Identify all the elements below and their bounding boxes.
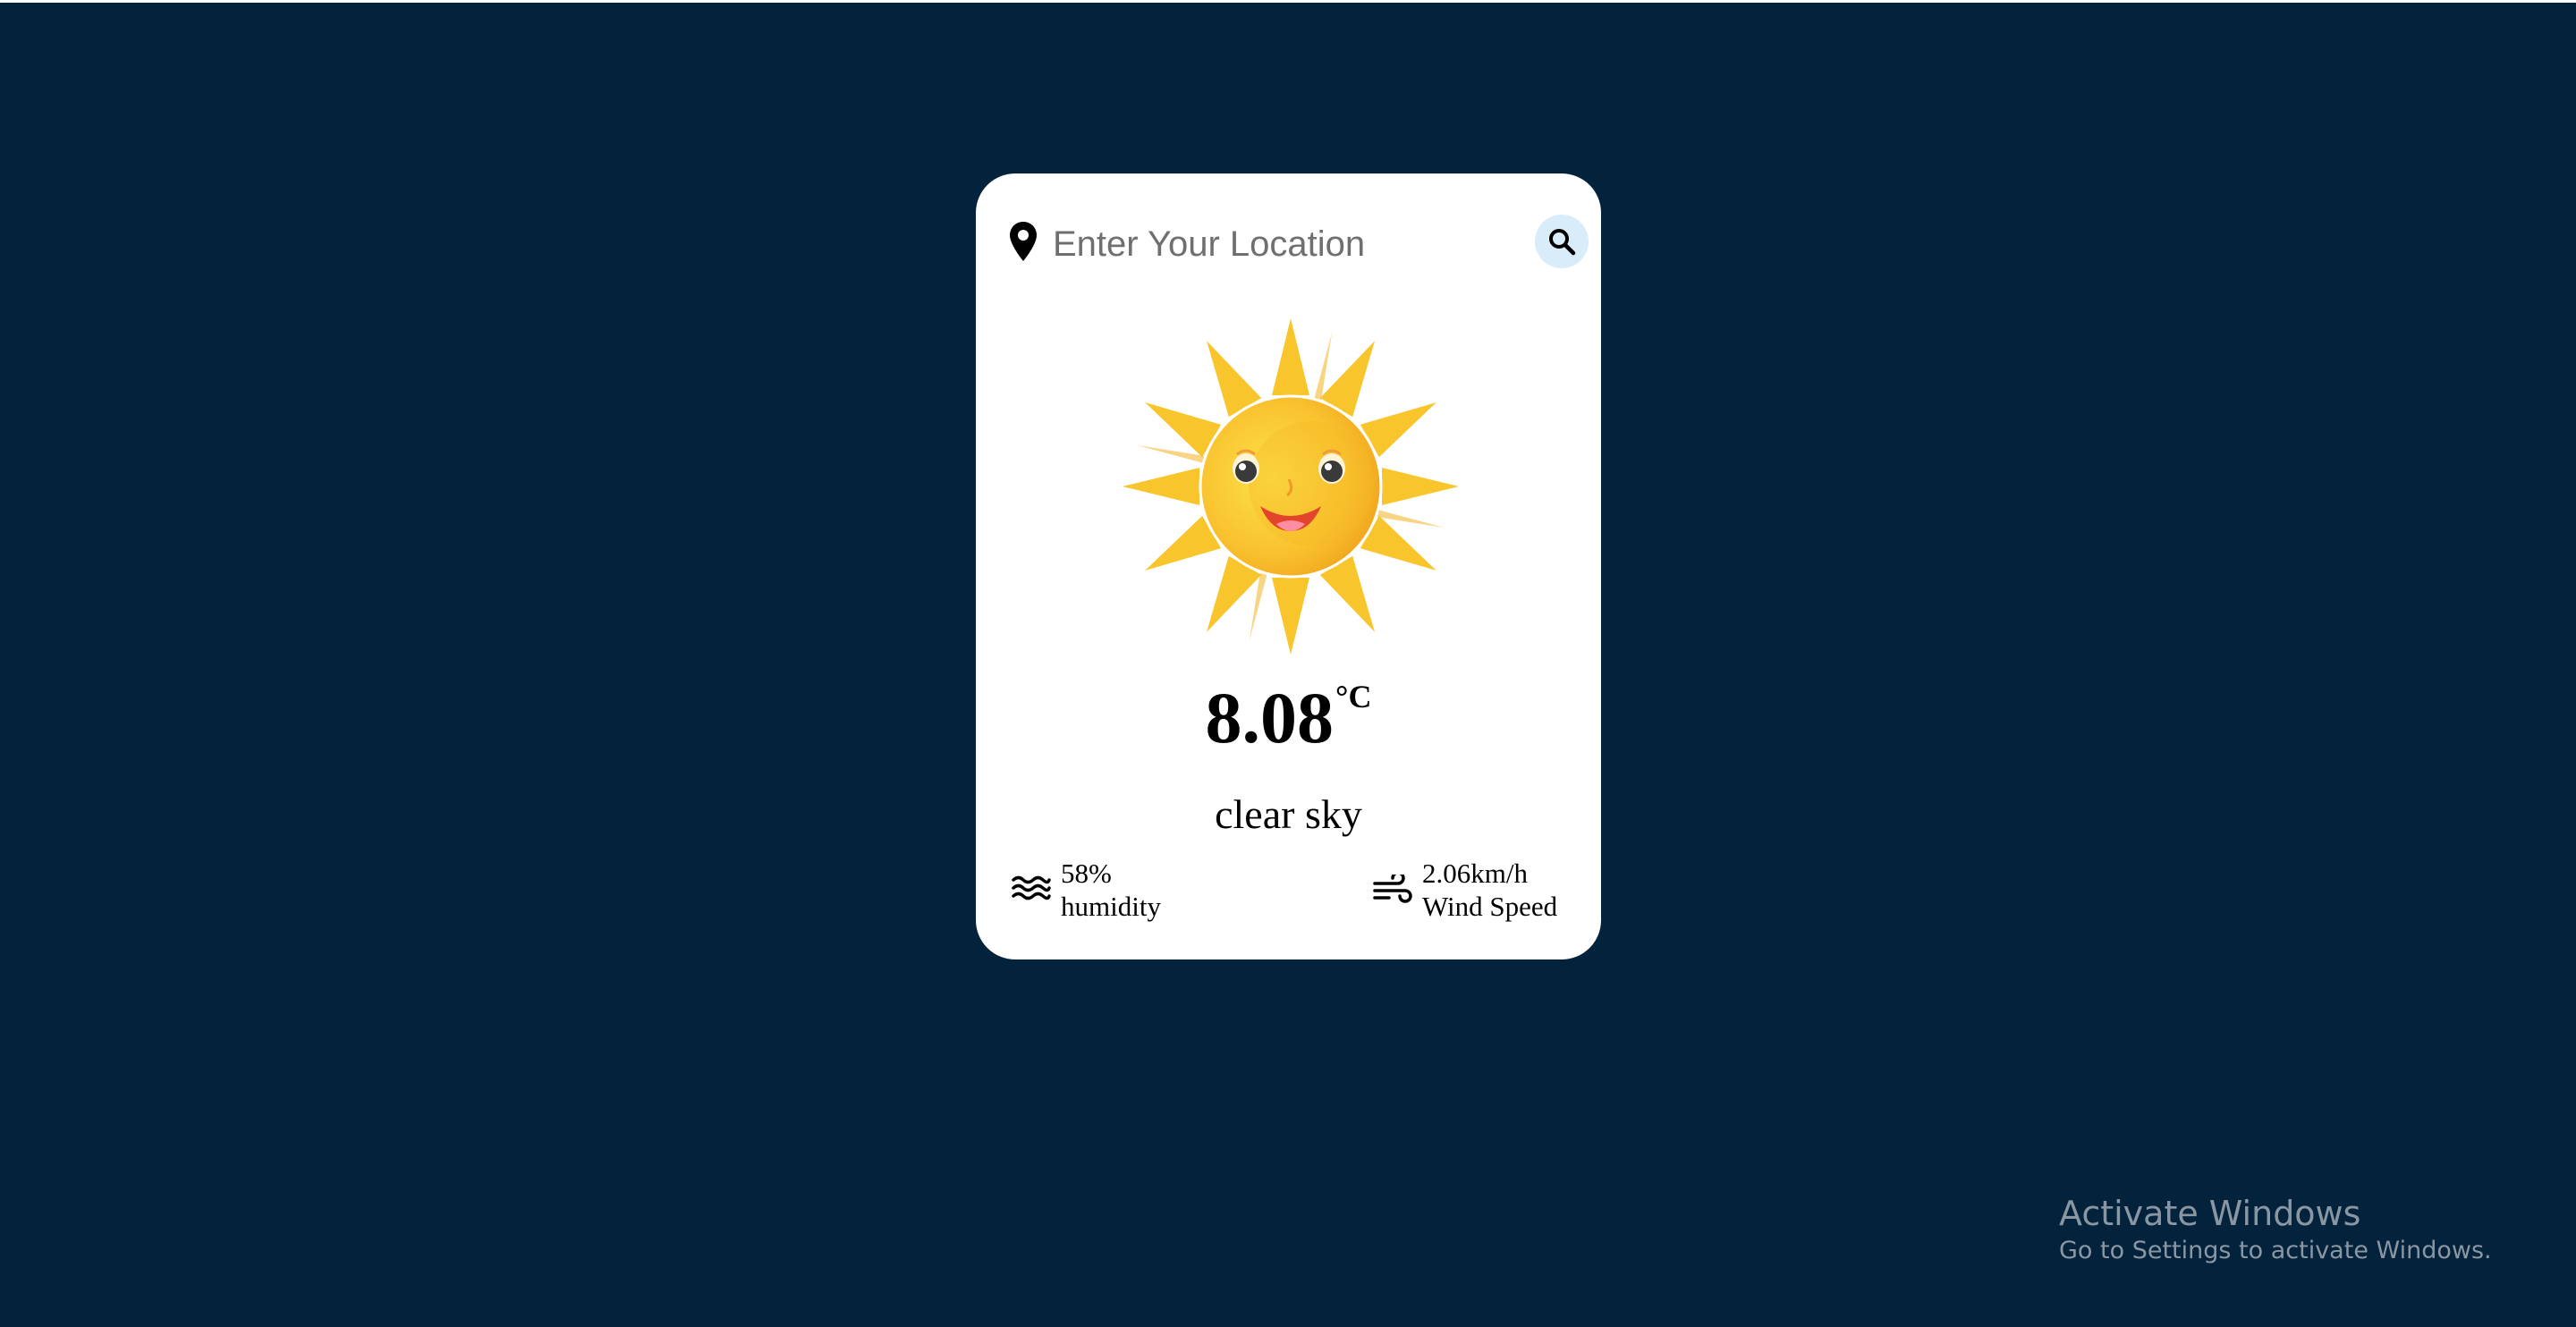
location-search-input[interactable]	[1053, 220, 1464, 268]
search-button[interactable]	[1535, 215, 1589, 268]
wind-label: Wind Speed	[1422, 891, 1558, 922]
temperature-value: 8.08	[1205, 677, 1335, 758]
temperature-display: 8.08°C	[976, 679, 1601, 755]
weather-description: clear sky	[1215, 791, 1362, 837]
humidity-stat: 58% humidity	[1012, 857, 1244, 928]
water-waves-icon	[1012, 875, 1051, 900]
top-edge-line	[0, 0, 2576, 3]
wind-value: 2.06km/h	[1422, 858, 1528, 889]
humidity-value: 58%	[1061, 858, 1112, 889]
wind-text: 2.06km/h Wind Speed	[1422, 857, 1557, 923]
search-bar	[1008, 215, 1589, 275]
watermark-title: Activate Windows	[2059, 1194, 2361, 1233]
humidity-text: 58% humidity	[1061, 857, 1161, 923]
smiling-sun-icon	[1123, 318, 1459, 655]
weather-card: 8.08°C clear sky 58% humidity 2.06km/h W…	[976, 173, 1601, 959]
location-pin-icon	[1010, 222, 1037, 261]
search-icon	[1549, 229, 1576, 256]
wind-stat: 2.06km/h Wind Speed	[1373, 857, 1588, 928]
watermark-subtitle: Go to Settings to activate Windows.	[2059, 1237, 2492, 1264]
humidity-label: humidity	[1061, 891, 1161, 922]
wind-icon	[1373, 875, 1412, 903]
activate-windows-watermark: Activate Windows Go to Settings to activ…	[2059, 1193, 2492, 1268]
temperature-unit: °C	[1335, 679, 1372, 714]
